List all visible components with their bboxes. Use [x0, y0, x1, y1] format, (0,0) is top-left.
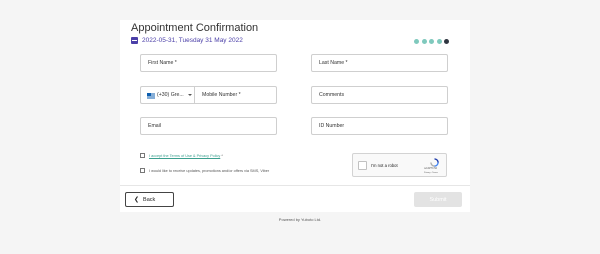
step-indicator	[414, 39, 449, 44]
caret-down-icon	[188, 94, 192, 96]
submit-button[interactable]: Submit	[414, 192, 462, 207]
country-code-value: (+30) Gre...	[157, 92, 184, 98]
greece-flag-icon	[147, 93, 155, 99]
promo-consent-row: I would like to receive updates, promoti…	[140, 168, 269, 173]
back-button-label: Back	[143, 196, 156, 203]
step-dot	[421, 39, 427, 44]
powered-by-text: Powered by Yuboto Ltd.	[278, 217, 322, 222]
back-button[interactable]: ❮ Back	[125, 192, 174, 207]
required-marker: *	[220, 153, 223, 158]
mobile-number-field[interactable]: Mobile Number *	[194, 86, 277, 104]
step-dot-active	[444, 39, 449, 44]
terms-consent-row: I accept the Terms of Use & Privacy Poli…	[140, 153, 223, 158]
terms-checkbox[interactable]	[140, 153, 145, 158]
last-name-field[interactable]: Last Name *	[311, 54, 448, 72]
country-code-select[interactable]: (+30) Gre...	[140, 86, 194, 104]
submit-button-label: Submit	[429, 196, 447, 203]
first-name-label: First Name *	[148, 60, 177, 66]
appointment-date: 2022-05-31, Tuesday 31 May 2022	[131, 37, 243, 44]
email-field[interactable]: Email	[140, 117, 277, 135]
comments-label: Comments	[319, 92, 345, 98]
calendar-icon	[131, 37, 138, 44]
last-name-label: Last Name *	[319, 60, 348, 66]
id-number-field[interactable]: ID Number	[311, 117, 448, 135]
first-name-field[interactable]: First Name *	[140, 54, 277, 72]
footer-divider	[120, 185, 470, 186]
mobile-number-label: Mobile Number *	[202, 92, 241, 98]
promo-consent-text: I would like to receive updates, promoti…	[149, 168, 270, 173]
promo-checkbox[interactable]	[140, 168, 145, 173]
terms-link[interactable]: I accept the Terms of Use & Privacy Poli…	[149, 154, 220, 158]
appointment-date-text: 2022-05-31, Tuesday 31 May 2022	[142, 37, 243, 44]
email-label: Email	[148, 123, 161, 129]
id-number-label: ID Number	[319, 123, 345, 129]
recaptcha-brand: reCAPTCHA	[424, 168, 438, 170]
step-dot	[414, 39, 419, 44]
step-dot	[436, 39, 442, 44]
comments-field[interactable]: Comments	[311, 86, 448, 104]
terms-consent-text: I accept the Terms of Use & Privacy Poli…	[149, 154, 223, 158]
chevron-left-icon: ❮	[134, 196, 140, 203]
recaptcha-logo-icon	[430, 158, 439, 167]
recaptcha-widget: I'm not a robot reCAPTCHA Privacy - Term…	[352, 153, 447, 177]
page-title: Appointment Confirmation	[131, 22, 259, 34]
step-dot	[429, 39, 434, 44]
form-card	[120, 20, 470, 212]
recaptcha-label: I'm not a robot	[371, 163, 398, 168]
recaptcha-links[interactable]: Privacy - Terms	[424, 172, 438, 174]
recaptcha-checkbox[interactable]	[358, 161, 367, 170]
